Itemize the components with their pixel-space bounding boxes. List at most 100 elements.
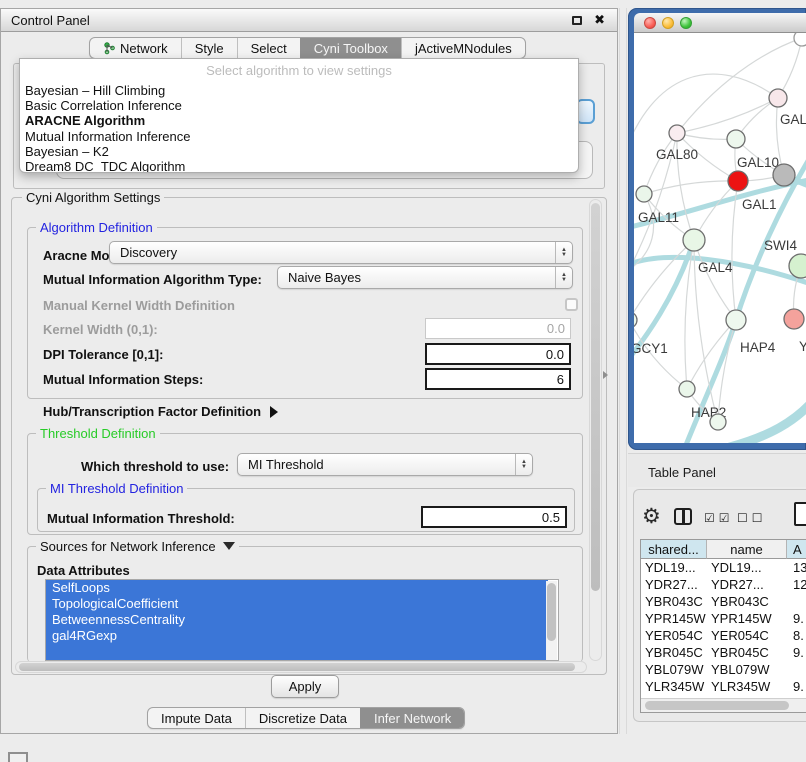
network-node-gal4[interactable]: [683, 229, 705, 251]
network-view-window[interactable]: GALGAL80GAL10GAL1GAL11GAL4SWI4GCY1HAP4YH…: [628, 8, 806, 450]
table-cell: 13: [793, 559, 806, 576]
split-pane-handle-icon[interactable]: [603, 371, 608, 379]
table-cell: 9.: [793, 610, 804, 627]
algorithm-option[interactable]: ARACNE Algorithm: [20, 113, 578, 128]
control-panel: Control Panel ✖ NetworkStyleSelect Cyni T…: [0, 8, 618, 734]
network-node-gal80[interactable]: [669, 125, 685, 141]
which-threshold-combo[interactable]: MI Threshold ▲▼: [237, 453, 533, 476]
tab-label: Cyni Toolbox: [314, 41, 388, 56]
dpi-tolerance-field[interactable]: [425, 343, 571, 365]
attribute-item[interactable]: BetweennessCentrality: [46, 612, 548, 628]
table-row[interactable]: YLR345WYLR345W9.: [641, 678, 806, 695]
control-panel-title: Control Panel: [11, 13, 90, 28]
mi-algorithm-type-combo[interactable]: Naive Bayes ▲▼: [277, 266, 573, 289]
tab-select[interactable]: Select: [237, 38, 300, 58]
tab-discretize-data[interactable]: Discretize Data: [245, 708, 360, 728]
aracne-mode-combo[interactable]: Discovery ▲▼: [109, 241, 573, 264]
network-node-y[interactable]: [784, 309, 804, 329]
close-icon[interactable]: ✖: [594, 12, 605, 28]
network-node-label: GAL4: [698, 260, 733, 275]
attribute-item[interactable]: [46, 644, 548, 660]
tab-cyni-toolbox[interactable]: Cyni Toolbox: [300, 38, 401, 58]
table-row[interactable]: YBR045CYBR045C9.: [641, 644, 806, 661]
table-row[interactable]: YBL079WYBL079W: [641, 661, 806, 678]
control-panel-titlebar: Control Panel ✖: [1, 9, 617, 32]
network-node-gal10[interactable]: [727, 130, 745, 148]
table-row[interactable]: YDR27...YDR27...12: [641, 576, 806, 593]
attribute-item[interactable]: TopologicalCoefficient: [46, 596, 548, 612]
table-row[interactable]: YDL19...YDL19...13: [641, 559, 806, 576]
aracne-mode-value: Discovery: [110, 245, 555, 260]
settings-vertical-scrollbar[interactable]: [589, 199, 602, 661]
network-canvas[interactable]: GALGAL80GAL10GAL1GAL11GAL4SWI4GCY1HAP4YH…: [634, 33, 806, 443]
tab-jactivemnodules[interactable]: jActiveMNodules: [401, 38, 525, 58]
checked-pair-icon[interactable]: ☑☑: [704, 511, 731, 525]
network-node-label: GAL80: [656, 147, 698, 162]
file-icon[interactable]: [794, 502, 806, 526]
table-cell: YDR27...: [645, 576, 698, 593]
network-node-gcy1[interactable]: [634, 312, 637, 328]
table-row[interactable]: YER054CYER054C8.: [641, 627, 806, 644]
unchecked-pair-icon[interactable]: ☐☐: [737, 511, 764, 525]
settings-horizontal-scrollbar[interactable]: [15, 661, 587, 673]
mi-steps-field[interactable]: [425, 368, 571, 390]
network-node[interactable]: [794, 33, 806, 46]
expand-arrow-icon: [270, 406, 278, 418]
minimize-traffic-light-icon[interactable]: [662, 17, 674, 29]
attributes-scrollbar[interactable]: [546, 581, 557, 661]
data-attributes-label: Data Attributes: [37, 563, 130, 578]
network-node-label: GAL: [780, 112, 806, 127]
column-header[interactable]: shared...: [641, 540, 707, 559]
tab-infer-network[interactable]: Infer Network: [360, 708, 464, 728]
tab-impute-data[interactable]: Impute Data: [148, 708, 245, 728]
mi-threshold-definition-title: MI Threshold Definition: [46, 481, 187, 496]
panel-divider[interactable]: [619, 8, 620, 734]
tab-network[interactable]: Network: [90, 38, 181, 58]
close-traffic-light-icon[interactable]: [644, 17, 656, 29]
table-row[interactable]: YPR145WYPR145W9.: [641, 610, 806, 627]
network-node-gal1[interactable]: [728, 171, 748, 191]
gear-icon[interactable]: ⚙: [642, 504, 661, 529]
split-columns-icon[interactable]: [674, 508, 692, 525]
algorithm-option[interactable]: Bayesian – K2: [20, 144, 578, 159]
network-node[interactable]: [773, 164, 795, 186]
apply-button[interactable]: Apply: [271, 675, 339, 698]
collapse-arrow-icon: [223, 542, 235, 550]
dpi-tolerance-label: DPI Tolerance [0,1]:: [43, 347, 163, 362]
table-horizontal-scrollbar[interactable]: [641, 698, 806, 712]
manual-kernel-checkbox[interactable]: [565, 298, 578, 311]
algorithm-option[interactable]: Dream8 DC_TDC Algorithm: [20, 159, 578, 173]
zoom-traffic-light-icon[interactable]: [680, 17, 692, 29]
algorithm-option[interactable]: Mutual Information Inference: [20, 129, 578, 144]
mi-threshold-field[interactable]: [421, 506, 567, 528]
table-cell: YBR045C: [711, 644, 769, 661]
minimized-panel-icon[interactable]: [8, 752, 28, 762]
network-node-gal[interactable]: [769, 89, 787, 107]
algorithm-option[interactable]: Basic Correlation Inference: [20, 98, 578, 113]
network-node[interactable]: [710, 414, 726, 430]
column-header[interactable]: name: [707, 540, 787, 559]
table-cell: YDR27...: [711, 576, 764, 593]
network-window-titlebar[interactable]: [634, 13, 806, 33]
panel-divider-line: [626, 8, 627, 734]
network-node-label: Y: [799, 339, 806, 354]
algorithm-option[interactable]: Bayesian – Hill Climbing: [20, 83, 578, 98]
attribute-item[interactable]: SelfLoops: [46, 580, 548, 596]
attribute-item[interactable]: gal4RGexp: [46, 628, 548, 644]
data-attributes-list[interactable]: SelfLoopsTopologicalCoefficientBetweenne…: [45, 579, 559, 661]
hub-definition-expander[interactable]: Hub/Transcription Factor Definition: [43, 403, 278, 421]
network-node-swi4[interactable]: [789, 254, 806, 278]
table-cell: 8.: [793, 627, 804, 644]
table-cell: YBR043C: [645, 593, 703, 610]
node-table[interactable]: shared...nameA YDL19...YDL19...13YDR27..…: [640, 539, 806, 713]
table-row[interactable]: YBR043CYBR043C: [641, 593, 806, 610]
network-icon: [103, 42, 115, 55]
kernel-width-field[interactable]: [425, 318, 571, 339]
network-node-hap2[interactable]: [679, 381, 695, 397]
column-header[interactable]: A: [787, 540, 806, 559]
network-node-label: GCY1: [634, 341, 668, 356]
network-node-hap4[interactable]: [726, 310, 746, 330]
network-node-gal11[interactable]: [636, 186, 652, 202]
float-window-icon[interactable]: [572, 16, 582, 25]
tab-style[interactable]: Style: [181, 38, 237, 58]
